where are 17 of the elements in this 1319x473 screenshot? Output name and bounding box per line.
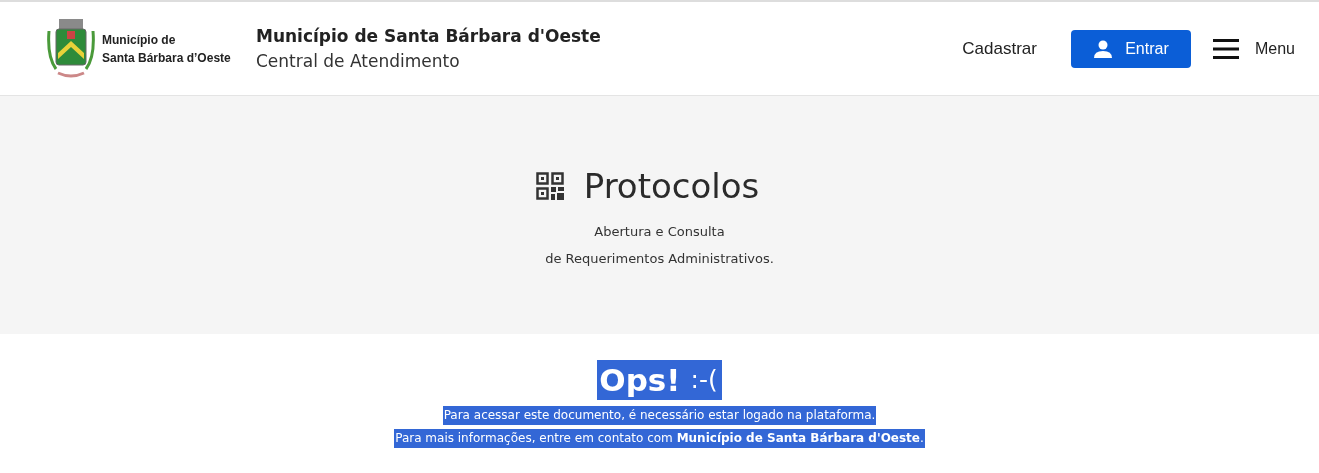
logo-text: Município de xyxy=(102,31,177,49)
qr-code-icon xyxy=(535,172,564,200)
login-button[interactable]: Entrar xyxy=(1070,29,1191,68)
message-text: Para mais informações, entre em contato com Município de Santa Bárbara d'Oeste. xyxy=(394,429,925,448)
site-title: Município de Santa Bárbara d'Oeste xyxy=(256,24,601,48)
register-link[interactable]: Cadastrar xyxy=(962,38,1037,59)
site-subtitle: Central de Atendimento xyxy=(256,49,461,73)
message-text: Para acessar este documento, é necessário estar logado na plataforma. xyxy=(442,406,877,425)
menu-icon xyxy=(1212,38,1239,59)
error-title: Ops! xyxy=(597,360,683,400)
page-description: de Requerimentos Administrativos. xyxy=(545,250,774,268)
logo-text: Santa Bárbara d’Oeste xyxy=(102,49,232,67)
user-icon xyxy=(1093,38,1114,59)
menu-button[interactable]: Menu xyxy=(1212,38,1295,59)
page-title: Protocolos xyxy=(583,166,760,206)
page-description: Abertura e Consulta xyxy=(594,223,725,241)
sad-emoticon: :-( xyxy=(682,360,722,400)
